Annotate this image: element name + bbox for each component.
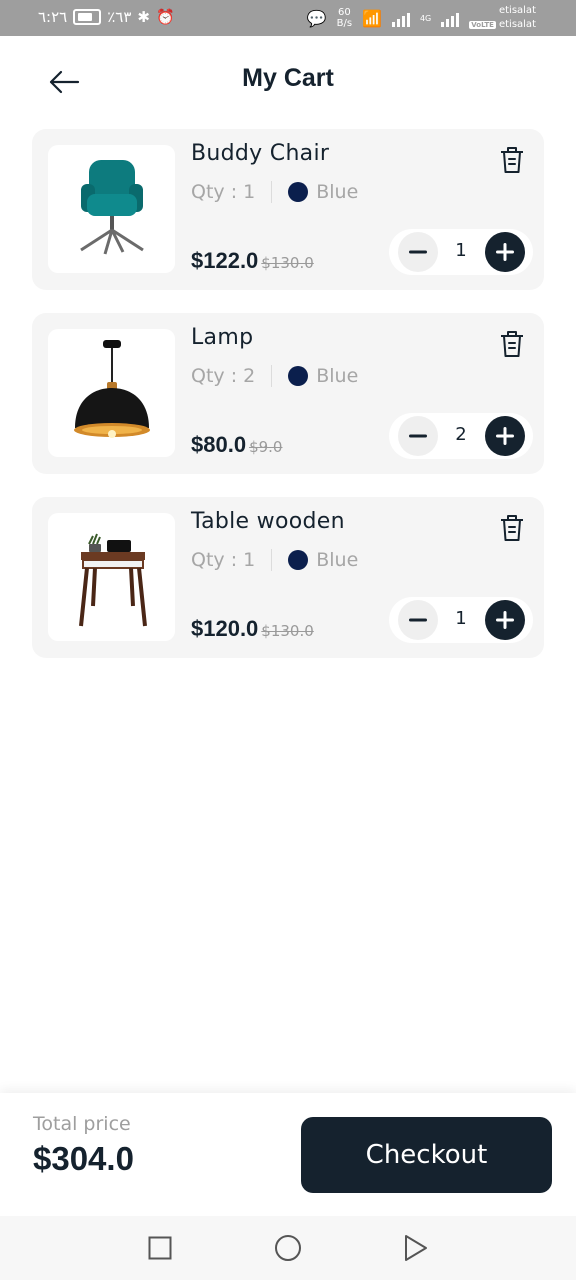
qty-label: Qty : 1 — [191, 549, 256, 571]
cart-item[interactable]: Buddy Chair Qty : 1 Blue $122.0 $130.0 1 — [32, 129, 544, 290]
minus-icon — [409, 250, 427, 254]
recent-apps-button[interactable] — [145, 1233, 175, 1263]
color-swatch — [288, 182, 309, 202]
product-image[interactable] — [48, 329, 175, 457]
product-name[interactable]: Table wooden — [191, 509, 345, 534]
carrier-2: etisalat — [498, 19, 536, 30]
decrease-button[interactable] — [398, 232, 438, 272]
delete-button[interactable] — [498, 329, 526, 359]
signal-icon-1 — [391, 9, 410, 27]
volte-badge: VoLTE — [469, 21, 496, 29]
circle-icon — [275, 1235, 301, 1261]
back-nav-button[interactable] — [401, 1233, 431, 1263]
checkout-button[interactable]: Checkout — [301, 1117, 552, 1193]
delete-button[interactable] — [498, 513, 526, 543]
chair-image — [79, 160, 144, 255]
trash-icon — [501, 147, 523, 173]
network-speed: 60 B/s — [337, 7, 352, 29]
price-row: $122.0 $130.0 — [191, 248, 314, 274]
price: $122.0 — [191, 248, 259, 273]
product-name[interactable]: Buddy Chair — [191, 141, 329, 166]
price-row: $80.0 $9.0 — [191, 432, 282, 458]
price: $120.0 — [191, 616, 259, 641]
speed-value: 60 — [337, 7, 351, 18]
product-image[interactable] — [48, 145, 175, 273]
cart-item[interactable]: Table wooden Qty : 1 Blue $120.0 $130.0 … — [32, 497, 544, 658]
speed-unit: B/s — [336, 18, 353, 29]
product-name[interactable]: Lamp — [191, 325, 253, 350]
qty-label: Qty : 1 — [191, 181, 256, 203]
triangle-icon — [405, 1235, 427, 1261]
divider — [271, 365, 273, 387]
decrease-button[interactable] — [398, 416, 438, 456]
decrease-button[interactable] — [398, 600, 438, 640]
plus-icon — [496, 243, 514, 261]
signal-icon-2 — [441, 9, 460, 27]
alarm-icon: ⏰ — [156, 8, 175, 26]
square-icon — [148, 1236, 172, 1260]
old-price: $130.0 — [261, 254, 314, 272]
header: My Cart — [0, 36, 576, 126]
divider — [271, 549, 273, 571]
bluetooth-icon: ✱ — [137, 8, 150, 26]
quantity-stepper: 1 — [389, 229, 533, 275]
total-label: Total price — [33, 1113, 131, 1135]
network-type-2: 4G — [419, 13, 432, 23]
battery-icon — [73, 9, 102, 25]
system-nav-bar — [0, 1216, 576, 1280]
trash-icon — [501, 331, 523, 357]
old-price: $9.0 — [249, 438, 283, 456]
carrier-1: etisalat — [498, 5, 536, 16]
status-time: ٦:٢٦ — [38, 8, 68, 26]
quantity-value: 2 — [455, 424, 467, 445]
color-name: Blue — [316, 549, 359, 571]
wifi-icon: 📶 — [362, 8, 382, 28]
product-meta: Qty : 2 Blue — [191, 365, 358, 387]
color-swatch — [288, 550, 309, 570]
page-title: My Cart — [242, 64, 334, 92]
table-image — [78, 533, 147, 627]
carrier-2-row: VoLTE etisalat — [469, 18, 536, 32]
price: $80.0 — [191, 432, 247, 457]
divider — [271, 181, 273, 203]
minus-icon — [409, 434, 427, 438]
increase-button[interactable] — [485, 232, 525, 272]
status-bar: ٦:٢٦ ٪٦٣ ✱ ⏰ 💬 60 B/s 📶 4G etisalat VoLT… — [0, 0, 576, 36]
plus-icon — [496, 611, 514, 629]
color-swatch — [288, 366, 309, 386]
quantity-stepper: 1 — [389, 597, 533, 643]
increase-button[interactable] — [485, 600, 525, 640]
qty-label: Qty : 2 — [191, 365, 256, 387]
status-right: 💬 60 B/s 📶 4G etisalat VoLTE etisalat — [307, 4, 536, 32]
product-meta: Qty : 1 Blue — [191, 549, 358, 571]
status-left: ٦:٢٦ ٪٦٣ ✱ ⏰ — [38, 8, 175, 26]
lamp-image — [73, 340, 150, 438]
increase-button[interactable] — [485, 416, 525, 456]
product-image[interactable] — [48, 513, 175, 641]
plus-icon — [496, 427, 514, 445]
trash-icon — [501, 515, 523, 541]
old-price: $130.0 — [261, 622, 314, 640]
quantity-value: 1 — [455, 240, 467, 261]
quantity-value: 1 — [455, 608, 467, 629]
color-name: Blue — [316, 365, 359, 387]
price-row: $120.0 $130.0 — [191, 616, 314, 642]
cart-list: Buddy Chair Qty : 1 Blue $122.0 $130.0 1 — [32, 129, 544, 681]
home-button[interactable] — [273, 1233, 303, 1263]
color-name: Blue — [316, 181, 359, 203]
product-meta: Qty : 1 Blue — [191, 181, 358, 203]
cart-item[interactable]: Lamp Qty : 2 Blue $80.0 $9.0 2 — [32, 313, 544, 474]
carriers: etisalat VoLTE etisalat — [469, 4, 536, 32]
chat-icon: 💬 — [306, 8, 327, 28]
delete-button[interactable] — [498, 145, 526, 175]
total-value: $304.0 — [33, 1140, 134, 1177]
minus-icon — [409, 618, 427, 622]
checkout-bar: Total price $304.0 Checkout — [0, 1093, 576, 1216]
battery-percent: ٪٦٣ — [107, 8, 132, 26]
quantity-stepper: 2 — [389, 413, 533, 459]
